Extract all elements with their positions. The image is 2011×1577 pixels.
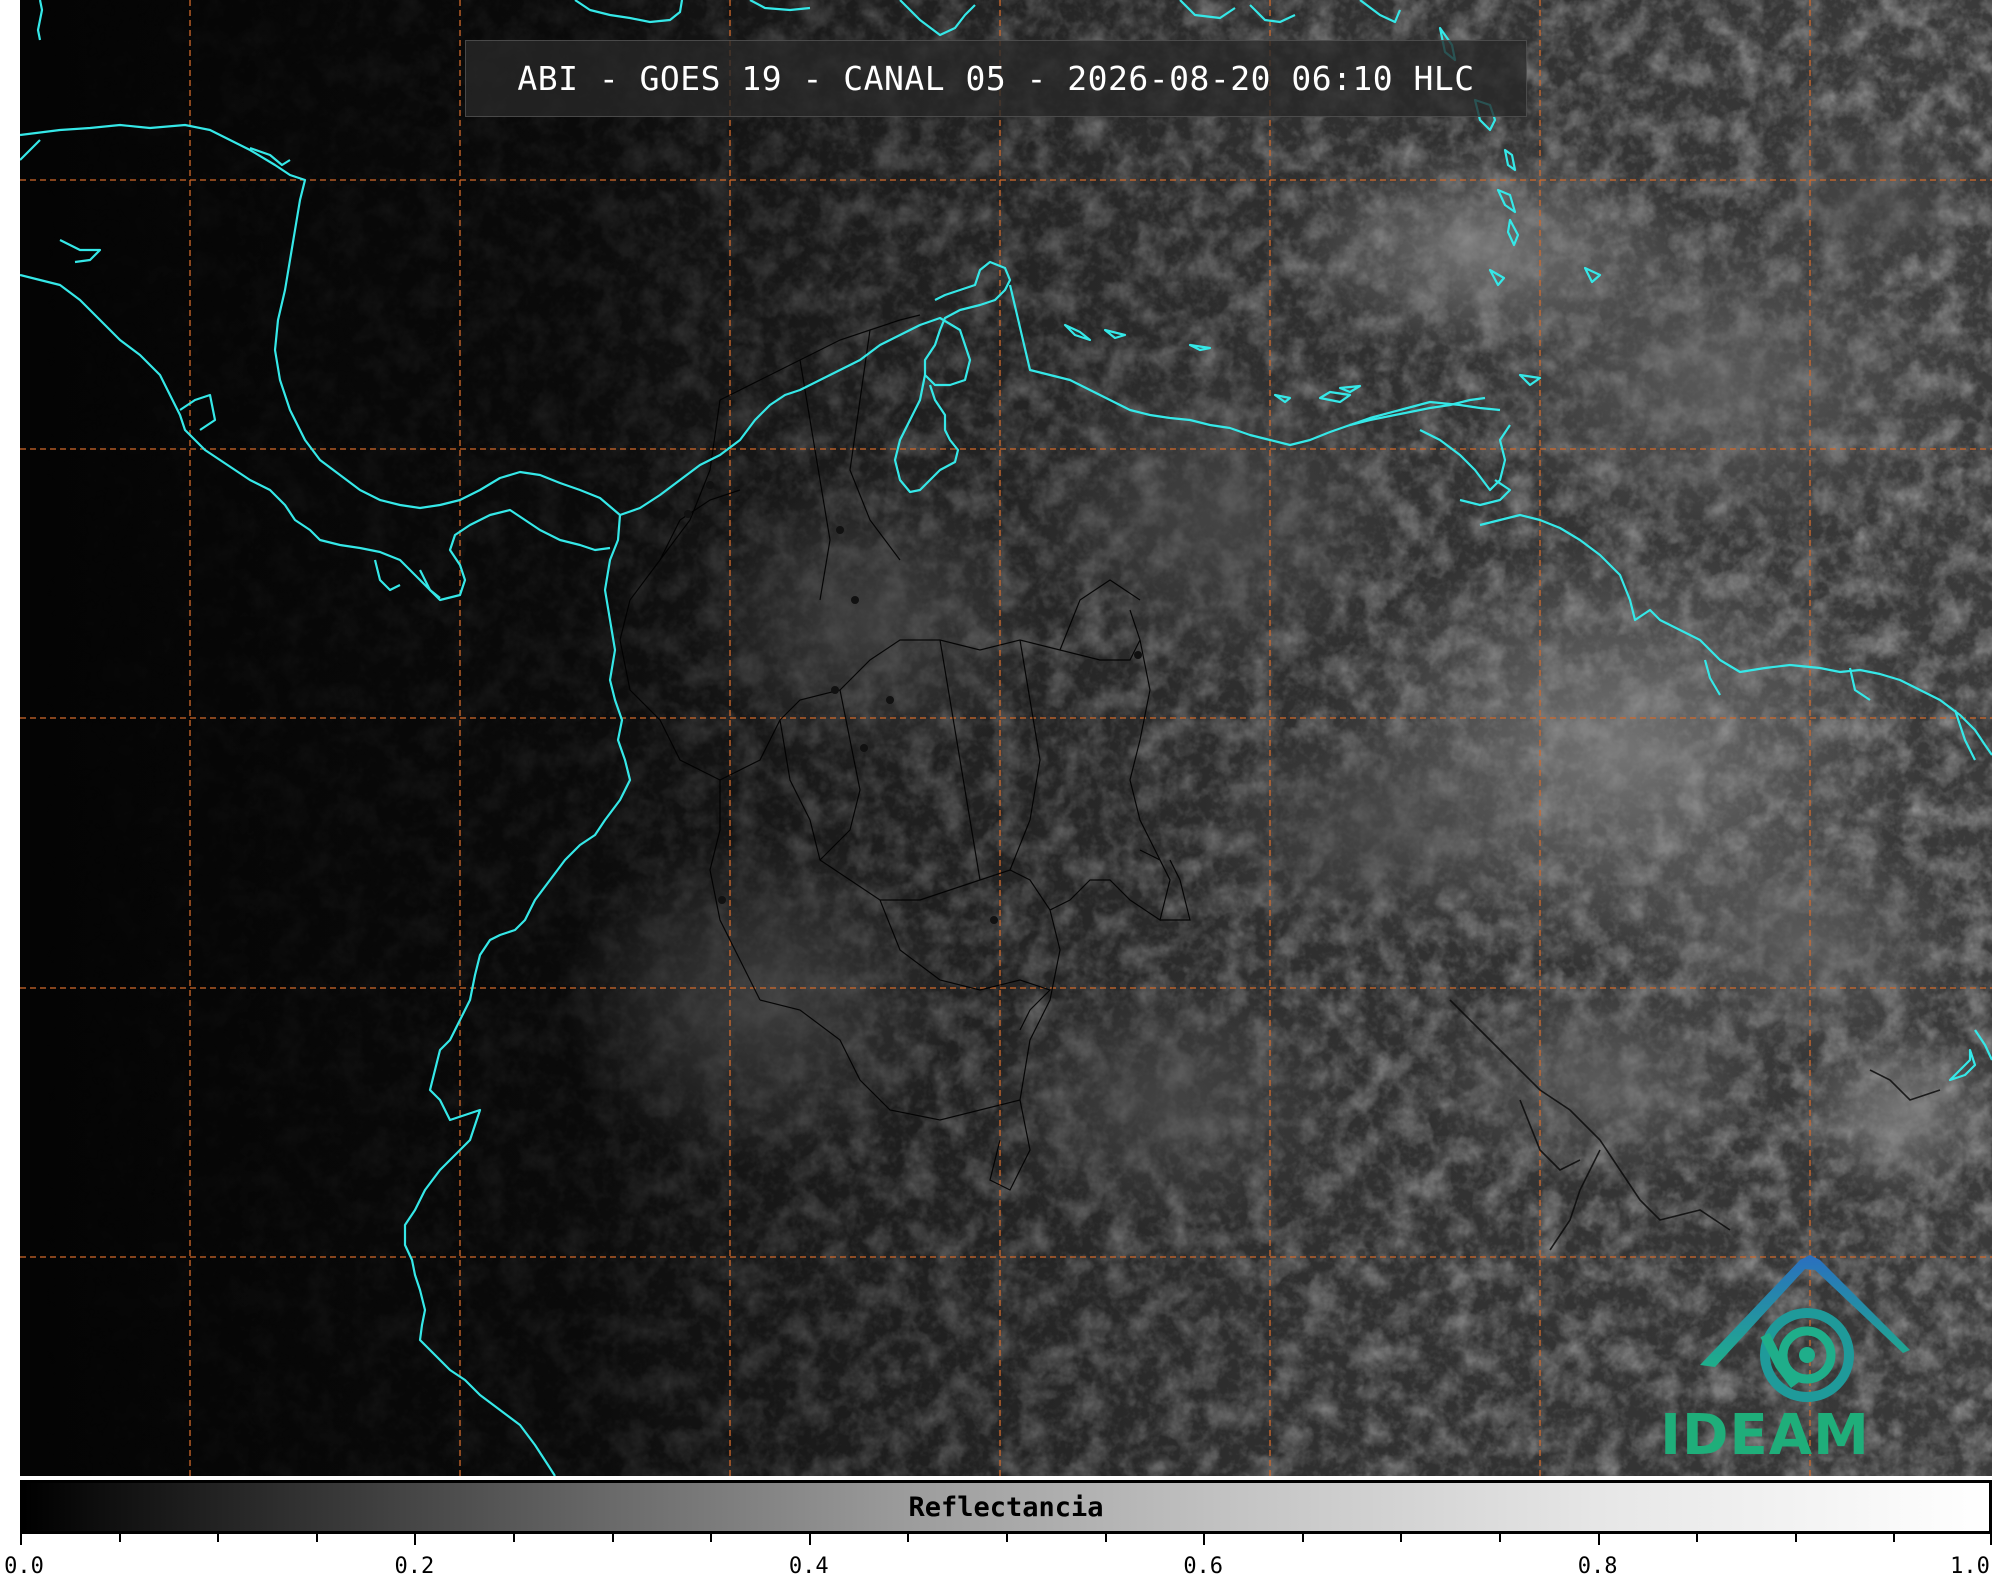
colorbar-tick-label: 0.0 <box>4 1554 44 1577</box>
colorbar-minor-tick <box>1400 1534 1403 1542</box>
colorbar-minor-tick <box>513 1534 515 1542</box>
colorbar-minor-tick <box>217 1534 220 1542</box>
colorbar-tick-label: 0.8 <box>1577 1554 1618 1577</box>
colorbar-minor-tick <box>907 1534 910 1542</box>
colorbar-minor-tick <box>710 1534 713 1542</box>
colorbar-major-tick <box>414 1534 417 1545</box>
colorbar-major-tick <box>808 1534 811 1545</box>
ideam-logo-text: IDEAM <box>1660 1403 1870 1468</box>
colorbar-tick-label: 0.4 <box>788 1554 829 1577</box>
colorbar-minor-tick <box>1794 1534 1797 1542</box>
colorbar-minor-tick <box>1104 1534 1107 1542</box>
colorbar-tick-label: 0.6 <box>1183 1554 1224 1577</box>
colorbar: Reflectancia <box>20 1480 1992 1534</box>
colorbar-major-tick <box>1597 1534 1600 1545</box>
colorbar-tick-label: 1.0 <box>1950 1554 1990 1577</box>
colorbar-tick-label: 0.2 <box>394 1554 435 1577</box>
colorbar-major-tick <box>1990 1534 1992 1545</box>
map-title: ABI - GOES 19 - CANAL 05 - 2026-08-20 06… <box>465 40 1527 117</box>
colorbar-label: Reflectancia <box>908 1491 1104 1523</box>
colorbar-minor-tick <box>611 1534 614 1542</box>
colorbar-minor-tick <box>1301 1534 1304 1542</box>
colorbar-major-tick <box>20 1534 22 1545</box>
colorbar-major-tick <box>1203 1534 1206 1545</box>
colorbar-minor-tick <box>1893 1534 1896 1542</box>
colorbar-minor-tick <box>1696 1534 1699 1542</box>
colorbar-minor-tick <box>1006 1534 1008 1542</box>
colorbar-axis: 0.0 0.2 0.4 0.6 0.8 1.0 <box>4 1534 1992 1577</box>
colorbar-minor-tick <box>118 1534 121 1542</box>
colorbar-minor-tick <box>1499 1534 1501 1542</box>
satellite-figure: ABI - GOES 19 - CANAL 05 - 2026-08-20 06… <box>0 0 2011 1577</box>
ideam-logo: IDEAM <box>1645 1255 1885 1470</box>
colorbar-minor-tick <box>315 1534 318 1542</box>
